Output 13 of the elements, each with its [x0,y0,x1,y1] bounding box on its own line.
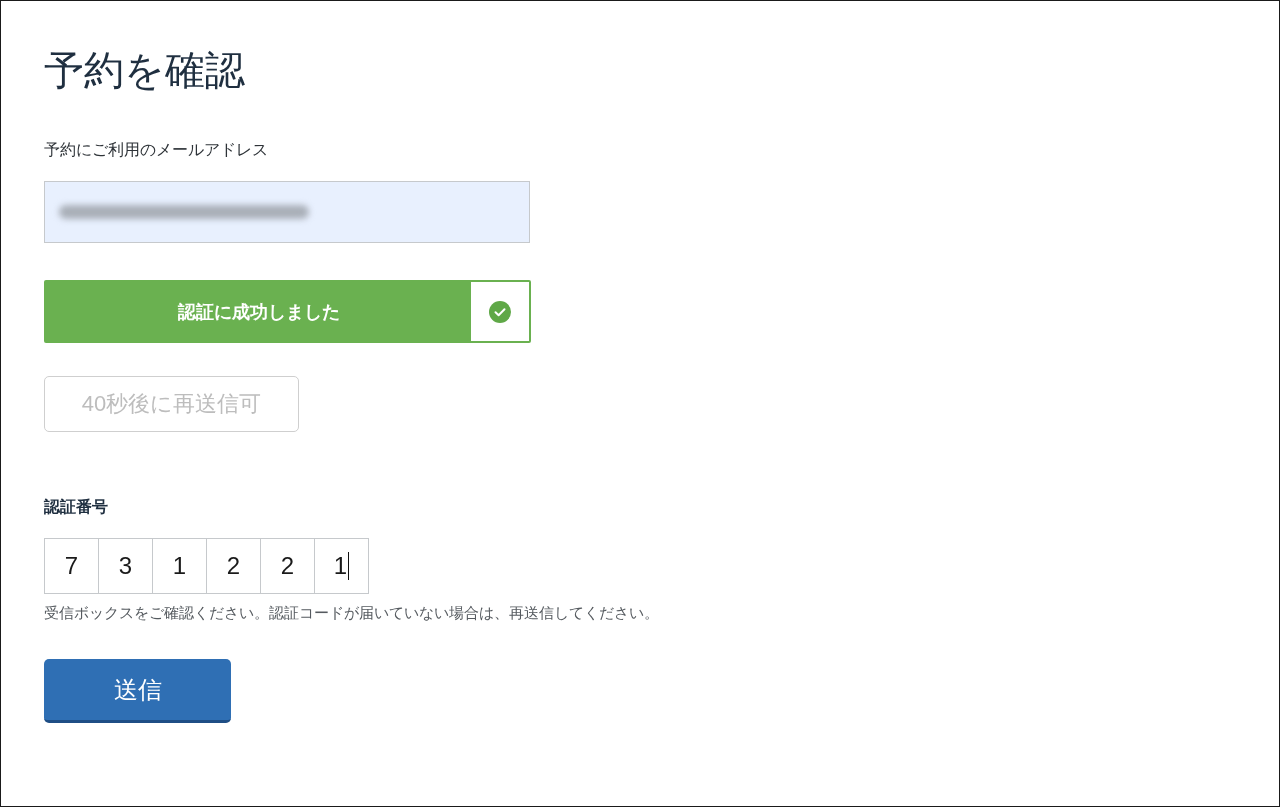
hint-text: 受信ボックスをご確認ください。認証コードが届いていない場合は、再送信してください。 [44,603,659,623]
submit-button[interactable]: 送信 [44,659,231,723]
code-digit-field[interactable]: 7 [44,538,99,594]
code-digit-field[interactable]: 1 [152,538,207,594]
field-label: 認証番号 [44,497,108,517]
status-text: 認証に成功しました [177,300,340,324]
code-digit-field[interactable]: 2 [206,538,261,594]
code-digit-field[interactable]: 1 [314,538,369,594]
code-digit-field[interactable]: 2 [260,538,315,594]
field-label: 予約にご利用のメールアドレス [44,140,268,160]
code-digit-field[interactable]: 3 [98,538,153,594]
page-title: 予約を確認 [44,47,245,94]
email-input-field[interactable] [44,181,530,243]
